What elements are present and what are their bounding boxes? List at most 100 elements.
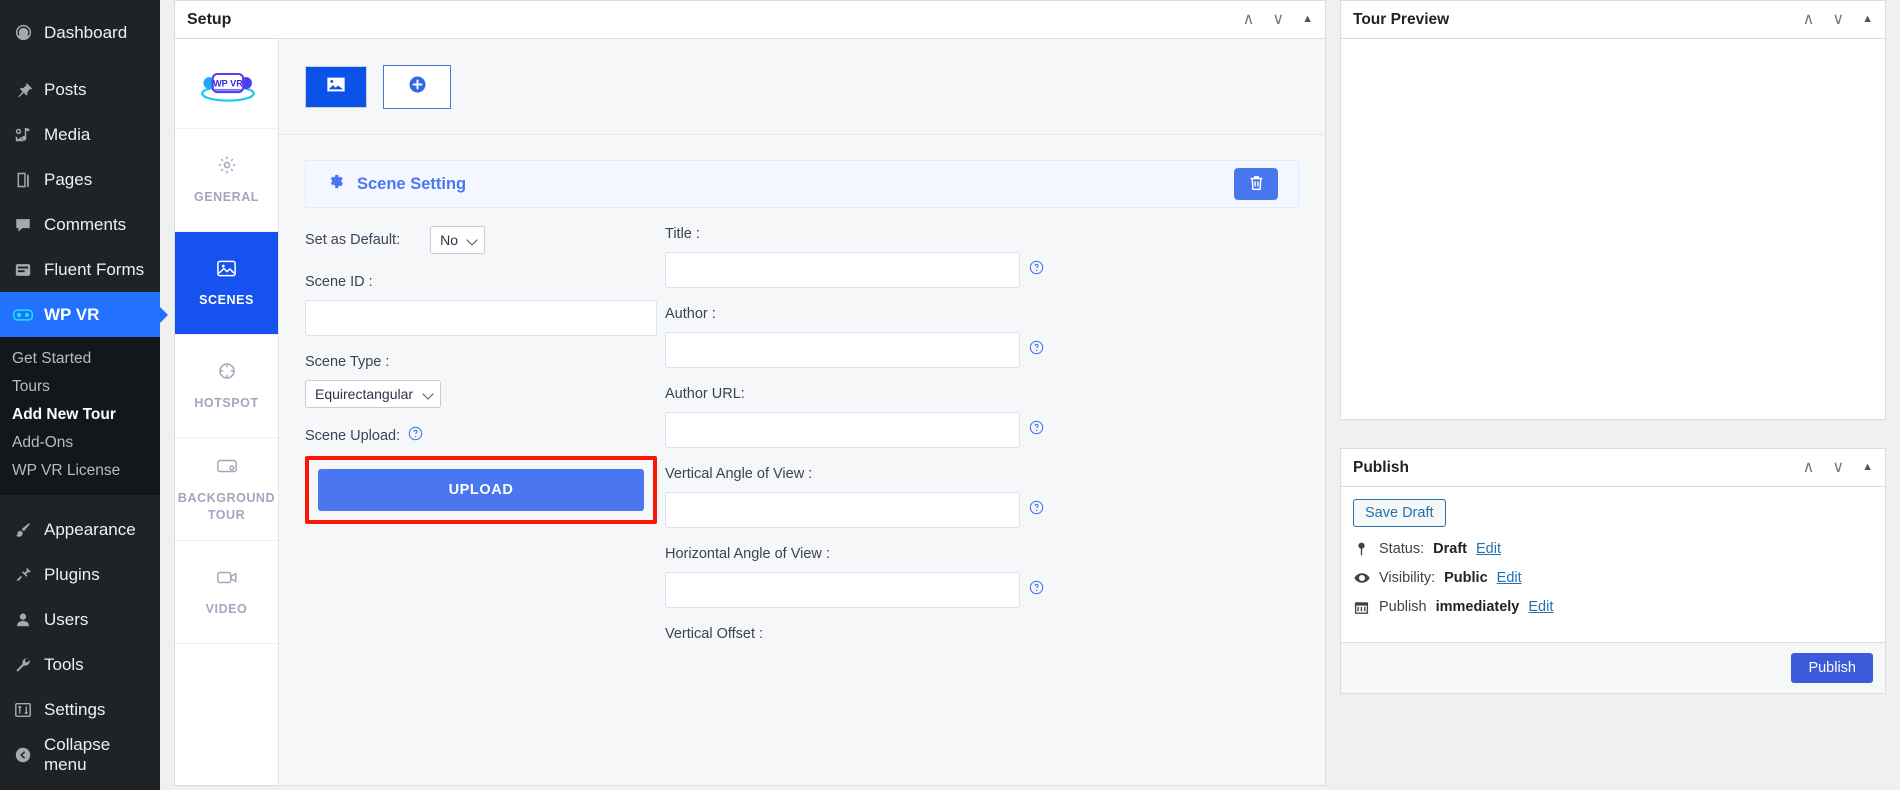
comments-icon [12, 214, 34, 236]
scene-upload-label: Scene Upload: [305, 428, 401, 444]
author-url-label: Author URL: [665, 386, 745, 402]
tab-hotspot[interactable]: HOTSPOT [175, 335, 278, 438]
info-icon[interactable] [1029, 580, 1045, 600]
setup-panel: Setup ∧ ∨ ▲ WP VR GENERAL SCENES HOTSPOT… [174, 0, 1326, 786]
move-down-icon[interactable]: ∨ [1832, 11, 1844, 28]
sidebar-item-settings[interactable]: Settings [0, 687, 160, 732]
delete-scene-button[interactable] [1234, 168, 1278, 200]
sidebar-item-label: Plugins [44, 564, 100, 584]
title-input[interactable] [665, 252, 1020, 288]
tab-label: VIDEO [205, 602, 248, 617]
publish-header: Publish ∧ ∨ ▲ [1341, 449, 1885, 487]
tab-background-tour[interactable]: BACKGROUND TOUR [175, 438, 278, 541]
status-edit-link[interactable]: Edit [1476, 541, 1501, 557]
tab-video[interactable]: VIDEO [175, 541, 278, 644]
gear-icon [326, 172, 345, 196]
visibility-label: Visibility: [1379, 570, 1436, 586]
wrench-icon [12, 654, 34, 676]
schedule-row: Publish immediately Edit [1353, 599, 1873, 615]
scene-id-input[interactable] [305, 300, 657, 336]
vertical-angle-input[interactable] [665, 492, 1020, 528]
move-down-icon[interactable]: ∨ [1272, 11, 1284, 28]
status-label: Status: [1379, 541, 1425, 557]
sidebar-item-tools[interactable]: Tools [0, 642, 160, 687]
toggle-panel-icon[interactable]: ▲ [1862, 462, 1873, 473]
tab-label: GENERAL [194, 190, 259, 205]
move-up-icon[interactable]: ∧ [1243, 11, 1255, 28]
submenu-item-add-ons[interactable]: Add-Ons [0, 429, 160, 457]
sidebar-item-users[interactable]: Users [0, 597, 160, 642]
sidebar-item-fluent-forms[interactable]: Fluent Forms [0, 247, 160, 292]
set-as-default-select[interactable]: No [430, 226, 486, 254]
submenu-item-tours[interactable]: Tours [0, 373, 160, 401]
tab-general[interactable]: GENERAL [175, 129, 278, 232]
sidebar-item-collapse-menu[interactable]: Collapse menu [0, 732, 160, 777]
info-icon[interactable] [408, 426, 424, 446]
sidebar-item-wp-vr[interactable]: WP VR [0, 292, 160, 337]
wp-admin-screen: Dashboard Posts Media Pages Comments Flu… [0, 0, 1900, 790]
setup-body: WP VR GENERAL SCENES HOTSPOT BACKGROUND … [175, 39, 1325, 785]
scene-thumbnail-1[interactable] [305, 65, 367, 108]
submenu-item-add-new-tour[interactable]: Add New Tour [0, 401, 160, 429]
info-icon[interactable] [1029, 260, 1045, 280]
wp-vr-submenu: Get Started Tours Add New Tour Add-Ons W… [0, 337, 160, 495]
set-as-default-select-wrap: No [430, 226, 486, 254]
sidebar-item-comments[interactable]: Comments [0, 202, 160, 247]
save-draft-button[interactable]: Save Draft [1353, 499, 1446, 527]
wpvr-logo-icon: WP VR [200, 72, 255, 102]
right-sidebar: Tour Preview ∧ ∨ ▲ Publish ∧ ∨ ▲ Save Dr… [1340, 0, 1900, 790]
sidebar-item-media[interactable]: Media [0, 112, 160, 157]
scene-fields-grid: Set as Default: No Scene ID : Scene Type… [279, 208, 1325, 670]
info-icon[interactable] [1029, 500, 1045, 520]
toggle-panel-icon[interactable]: ▲ [1862, 14, 1873, 25]
schedule-edit-link[interactable]: Edit [1528, 599, 1553, 615]
setup-column: Setup ∧ ∨ ▲ WP VR GENERAL SCENES HOTSPOT… [160, 0, 1340, 790]
dashboard-icon [12, 22, 34, 44]
scene-setting-title: Scene Setting [357, 174, 467, 193]
move-down-icon[interactable]: ∨ [1832, 459, 1844, 476]
visibility-row: Visibility: Public Edit [1353, 570, 1873, 586]
info-icon[interactable] [1029, 420, 1045, 440]
setup-panel-header: Setup ∧ ∨ ▲ [175, 1, 1325, 39]
sidebar-item-appearance[interactable]: Appearance [0, 507, 160, 552]
publish-button[interactable]: Publish [1791, 653, 1873, 683]
tour-preview-header: Tour Preview ∧ ∨ ▲ [1341, 1, 1885, 39]
svg-text:WP VR: WP VR [213, 78, 243, 88]
scene-thumbnail-strip [279, 39, 1325, 135]
author-url-input[interactable] [665, 412, 1020, 448]
tab-scenes[interactable]: SCENES [175, 232, 278, 335]
sidebar-item-pages[interactable]: Pages [0, 157, 160, 202]
info-icon[interactable] [1029, 340, 1045, 360]
sidebar-item-dashboard[interactable]: Dashboard [0, 10, 160, 55]
scene-type-select[interactable]: Equirectangular [305, 380, 441, 408]
scene-fields-right: Title : Author : Author URL: Vertical An… [665, 226, 1045, 670]
visibility-edit-link[interactable]: Edit [1497, 570, 1522, 586]
pages-icon [12, 169, 34, 191]
submenu-item-get-started[interactable]: Get Started [0, 345, 160, 373]
submenu-item-wp-vr-license[interactable]: WP VR License [0, 457, 160, 485]
horizontal-angle-label: Horizontal Angle of View : [665, 546, 830, 562]
add-scene-button[interactable] [383, 64, 451, 109]
sidebar-item-label: Media [44, 124, 91, 144]
move-up-icon[interactable]: ∧ [1803, 11, 1815, 28]
sidebar-item-label: Collapse menu [44, 734, 111, 774]
upload-button[interactable]: UPLOAD [318, 469, 644, 511]
media-icon [12, 124, 34, 146]
wp-admin-sidebar: Dashboard Posts Media Pages Comments Flu… [0, 0, 160, 790]
move-up-icon[interactable]: ∧ [1803, 459, 1815, 476]
sidebar-item-plugins[interactable]: Plugins [0, 552, 160, 597]
publish-controls: ∧ ∨ ▲ [1803, 459, 1873, 476]
toggle-panel-icon[interactable]: ▲ [1302, 14, 1313, 25]
scene-id-label: Scene ID : [305, 274, 373, 290]
sidebar-item-label: Posts [44, 79, 87, 99]
author-block: Author : [665, 306, 1045, 368]
wpvr-logo: WP VR [175, 39, 278, 129]
pin-icon [12, 79, 34, 101]
sidebar-item-label: Users [44, 609, 89, 629]
sidebar-item-label: Appearance [44, 519, 136, 539]
horizontal-angle-input[interactable] [665, 572, 1020, 608]
author-input[interactable] [665, 332, 1020, 368]
calendar-icon [1353, 600, 1370, 615]
sidebar-item-posts[interactable]: Posts [0, 67, 160, 112]
status-row: Status: Draft Edit [1353, 541, 1873, 557]
